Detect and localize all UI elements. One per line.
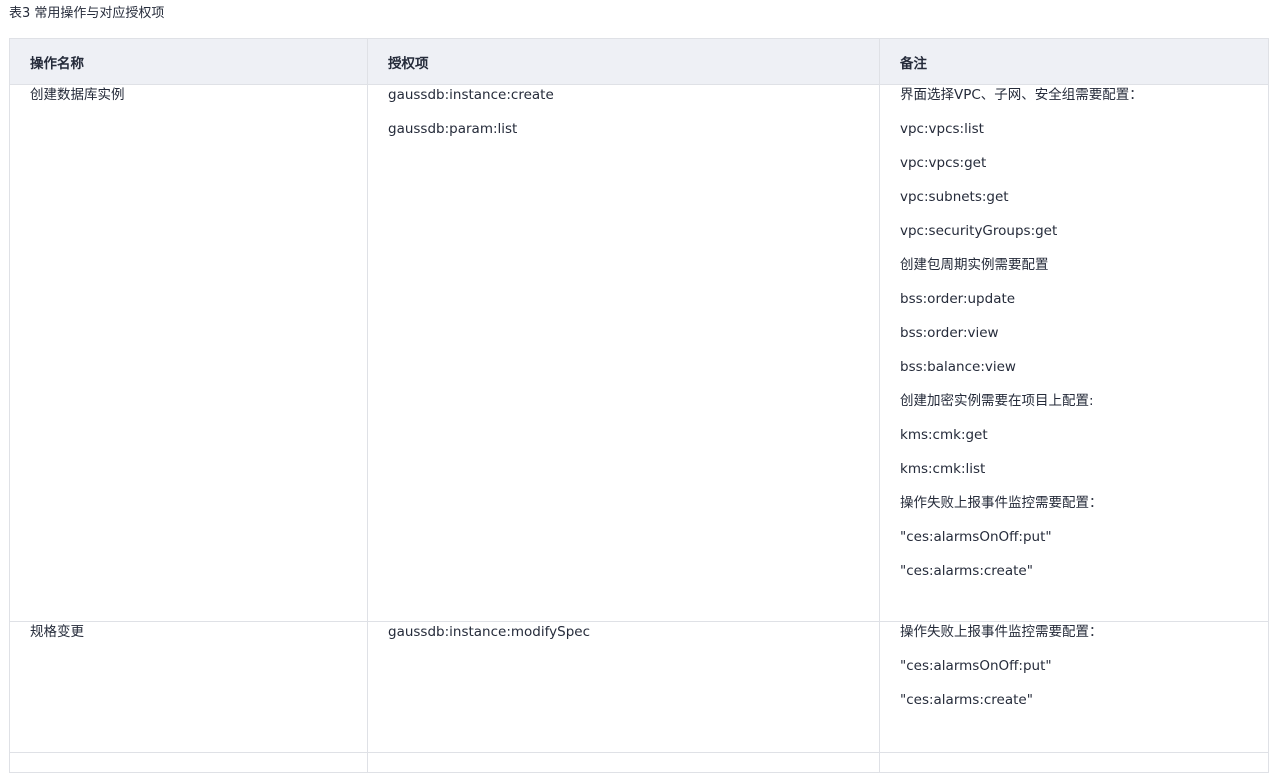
note-line: vpc:securityGroups:get <box>900 223 1058 239</box>
note-line: "ces:alarmsOnOff:put" <box>900 529 1052 545</box>
notes-cell <box>879 752 1269 773</box>
note-line: 操作失败上报事件监控需要配置： <box>900 624 1103 640</box>
operation-cell: 创建数据库实例 <box>9 84 368 622</box>
operation-cell: 规格变更 <box>9 621 368 753</box>
note-line: 创建包周期实例需要配置 <box>900 257 1049 273</box>
note-line: bss:balance:view <box>900 359 1016 375</box>
header-permission: 授权项 <box>367 38 880 85</box>
header-operation: 操作名称 <box>9 38 368 85</box>
note-line: 创建加密实例需要在项目上配置: <box>900 393 1094 409</box>
permission-cell: gaussdb:instance:create gaussdb:param:li… <box>367 84 880 622</box>
permission-item: gaussdb:instance:modifySpec <box>388 624 590 640</box>
note-line: "ces:alarms:create" <box>900 563 1033 579</box>
note-line: vpc:subnets:get <box>900 189 1009 205</box>
note-line: vpc:vpcs:get <box>900 155 987 171</box>
note-line: bss:order:view <box>900 325 999 341</box>
note-line: vpc:vpcs:list <box>900 121 984 137</box>
permission-cell <box>367 752 880 773</box>
note-line: kms:cmk:get <box>900 427 988 443</box>
note-line: "ces:alarmsOnOff:put" <box>900 658 1052 674</box>
operation-name: 规格变更 <box>30 624 84 640</box>
note-line: kms:cmk:list <box>900 461 986 477</box>
permissions-table: 操作名称 授权项 备注 创建数据库实例 gaussdb:instance:cre… <box>9 38 1269 773</box>
permission-item: gaussdb:instance:create <box>388 87 554 103</box>
permission-item: gaussdb:param:list <box>388 121 518 137</box>
table-caption: 表3 常用操作与对应授权项 <box>9 6 165 21</box>
header-notes: 备注 <box>879 38 1269 85</box>
operation-cell <box>9 752 368 773</box>
note-line: bss:order:update <box>900 291 1016 307</box>
table-row: 规格变更 gaussdb:instance:modifySpec 操作失败上报事… <box>9 621 1269 753</box>
note-line: "ces:alarms:create" <box>900 692 1033 708</box>
note-line: 操作失败上报事件监控需要配置： <box>900 495 1103 511</box>
table-row <box>9 752 1269 773</box>
operation-name: 创建数据库实例 <box>30 87 125 103</box>
notes-cell: 界面选择VPC、子网、安全组需要配置： vpc:vpcs:list vpc:vp… <box>879 84 1269 622</box>
table-header-row: 操作名称 授权项 备注 <box>9 38 1269 85</box>
note-line: 界面选择VPC、子网、安全组需要配置： <box>900 87 1143 103</box>
permission-cell: gaussdb:instance:modifySpec <box>367 621 880 753</box>
notes-cell: 操作失败上报事件监控需要配置： "ces:alarmsOnOff:put" "c… <box>879 621 1269 753</box>
table-row: 创建数据库实例 gaussdb:instance:create gaussdb:… <box>9 84 1269 622</box>
